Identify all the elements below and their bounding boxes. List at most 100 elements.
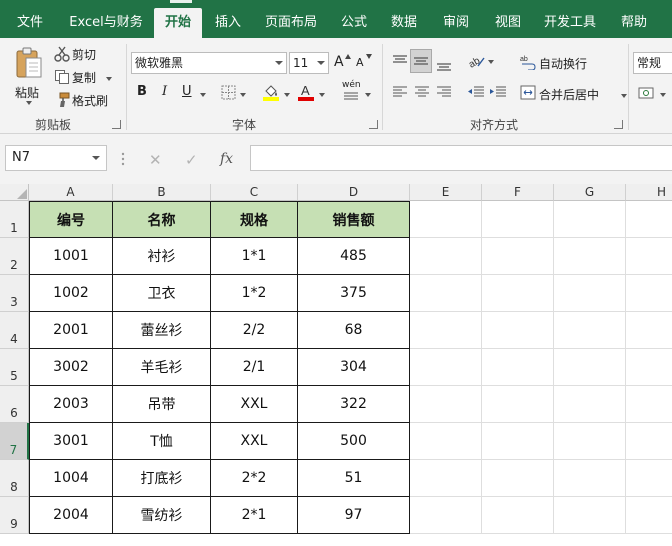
fill-color-icon[interactable] (262, 83, 280, 101)
table-cell[interactable]: 蕾丝衫 (113, 312, 211, 349)
column-header-d[interactable]: D (298, 184, 410, 201)
tab-excel-finance[interactable]: Excel与财务 (66, 8, 146, 38)
row-header-3[interactable]: 3 (0, 275, 29, 312)
table-cell[interactable]: 1004 (29, 460, 113, 497)
underline-dropdown-icon[interactable] (200, 93, 206, 97)
table-cell[interactable]: 1001 (29, 238, 113, 275)
font-size-select[interactable]: 11 (289, 52, 329, 74)
row-header-7[interactable]: 7 (0, 423, 29, 460)
tab-insert[interactable]: 插入 (208, 8, 248, 38)
table-cell[interactable]: 2*1 (211, 497, 298, 534)
grid-cell[interactable] (482, 497, 554, 534)
decrease-indent-icon[interactable] (467, 86, 485, 98)
table-cell[interactable]: T恤 (113, 423, 211, 460)
row-header-6[interactable]: 6 (0, 386, 29, 423)
formula-input[interactable] (250, 145, 672, 171)
cancel-icon[interactable]: ✕ (149, 151, 162, 169)
table-header-cell[interactable]: 编号 (29, 201, 113, 238)
cut-button[interactable]: 剪切 (52, 44, 104, 64)
table-cell[interactable]: 吊带 (113, 386, 211, 423)
table-cell[interactable]: 3002 (29, 349, 113, 386)
grid-cell[interactable] (482, 275, 554, 312)
font-color-dropdown-icon[interactable] (319, 93, 325, 97)
table-cell[interactable]: 97 (298, 497, 410, 534)
grid-cell[interactable] (482, 349, 554, 386)
format-painter-button[interactable]: 格式刷 (52, 90, 114, 110)
table-cell[interactable]: 衬衫 (113, 238, 211, 275)
column-header-e[interactable]: E (410, 184, 482, 201)
tab-review[interactable]: 审阅 (436, 8, 476, 38)
tab-file[interactable]: 文件 (10, 8, 50, 38)
grid-cell[interactable] (482, 386, 554, 423)
grid-cell[interactable] (410, 238, 482, 275)
accounting-dropdown-icon[interactable] (660, 93, 666, 97)
table-header-cell[interactable]: 销售额 (298, 201, 410, 238)
select-all-corner[interactable] (0, 184, 29, 201)
grid-cell[interactable] (554, 423, 626, 460)
phonetic-button[interactable]: wén (341, 80, 373, 104)
grid-cell[interactable] (626, 460, 672, 497)
column-header-h[interactable]: H (626, 184, 672, 201)
column-header-a[interactable]: A (29, 184, 113, 201)
grid-cell[interactable] (554, 238, 626, 275)
worksheet-grid[interactable]: A B C D E F G H 1 2 3 4 5 6 7 8 9 编号 名称 规格 销售额 1001 衬衫 1*1 485 10… (0, 184, 672, 546)
row-header-2[interactable]: 2 (0, 238, 29, 275)
orientation-icon[interactable]: ab (467, 53, 485, 69)
grid-cell[interactable] (554, 201, 626, 238)
orientation-dropdown-icon[interactable] (488, 60, 494, 64)
table-cell[interactable]: 卫衣 (113, 275, 211, 312)
tab-help[interactable]: 帮助 (614, 8, 654, 38)
enter-icon[interactable]: ✓ (185, 151, 198, 169)
align-top-icon[interactable] (392, 54, 408, 68)
grid-cell[interactable] (554, 497, 626, 534)
underline-button[interactable]: U (182, 84, 192, 99)
table-cell[interactable]: 2001 (29, 312, 113, 349)
grid-cell[interactable] (482, 238, 554, 275)
table-cell[interactable]: 2004 (29, 497, 113, 534)
table-cell[interactable]: 304 (298, 349, 410, 386)
border-dropdown-icon[interactable] (240, 93, 246, 97)
paste-button[interactable]: 粘贴 (10, 44, 48, 105)
table-cell[interactable]: XXL (211, 386, 298, 423)
grid-cell[interactable] (554, 460, 626, 497)
grid-cell[interactable] (626, 349, 672, 386)
grid-cell[interactable] (554, 275, 626, 312)
column-header-b[interactable]: B (113, 184, 211, 201)
wrap-text-button[interactable]: ab 自动换行 (518, 52, 598, 72)
table-cell[interactable]: 485 (298, 238, 410, 275)
table-cell[interactable]: 2003 (29, 386, 113, 423)
italic-button[interactable]: I (162, 84, 167, 99)
copy-button[interactable]: 复制 (52, 67, 114, 87)
tab-developer[interactable]: 开发工具 (540, 8, 600, 38)
table-cell[interactable]: 68 (298, 312, 410, 349)
alignment-launcher-icon[interactable] (614, 120, 623, 129)
grid-cell[interactable] (410, 201, 482, 238)
grid-cell[interactable] (482, 460, 554, 497)
align-middle-button[interactable] (410, 49, 432, 73)
table-cell[interactable]: 羊毛衫 (113, 349, 211, 386)
grid-cell[interactable] (410, 312, 482, 349)
font-color-icon[interactable]: A (297, 83, 315, 101)
grid-cell[interactable] (626, 312, 672, 349)
row-header-5[interactable]: 5 (0, 349, 29, 386)
grid-cell[interactable] (410, 349, 482, 386)
fill-color-dropdown-icon[interactable] (284, 93, 290, 97)
tab-data[interactable]: 数据 (384, 8, 424, 38)
shrink-font-button[interactable]: A (356, 54, 374, 72)
grid-cell[interactable] (410, 460, 482, 497)
table-cell[interactable]: 51 (298, 460, 410, 497)
table-cell[interactable]: 1002 (29, 275, 113, 312)
insert-function-icon[interactable]: fx (220, 151, 233, 167)
grid-cell[interactable] (410, 275, 482, 312)
merge-center-button[interactable]: 合并后居中 (518, 83, 627, 103)
table-cell[interactable]: 3001 (29, 423, 113, 460)
table-cell[interactable]: 322 (298, 386, 410, 423)
align-center-icon[interactable] (414, 86, 430, 98)
table-cell[interactable]: 2/1 (211, 349, 298, 386)
name-box[interactable]: N7 (5, 145, 107, 171)
grid-cell[interactable] (626, 275, 672, 312)
table-cell[interactable]: 1*2 (211, 275, 298, 312)
grow-font-button[interactable]: A (334, 54, 352, 72)
grid-cell[interactable] (554, 386, 626, 423)
column-header-f[interactable]: F (482, 184, 554, 201)
